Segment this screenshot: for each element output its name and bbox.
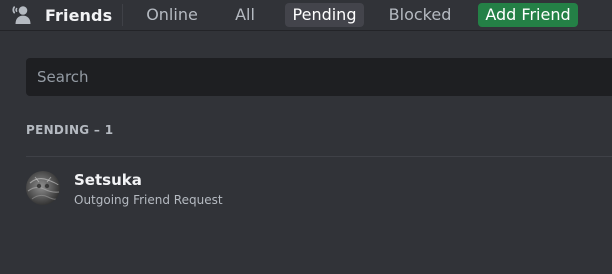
- header-divider: [122, 4, 123, 26]
- add-friend-button[interactable]: Add Friend: [478, 3, 578, 27]
- friend-request-status: Outgoing Friend Request: [74, 193, 223, 207]
- friends-title-block: Friends: [12, 4, 112, 26]
- search-bar: [26, 58, 612, 96]
- friend-row[interactable]: Setsuka Outgoing Friend Request: [16, 162, 612, 218]
- friends-header: Friends Online All Pending Blocked Add F…: [0, 0, 612, 30]
- tab-all[interactable]: All: [228, 3, 262, 27]
- user-avatar: [26, 171, 60, 205]
- friends-page: Friends Online All Pending Blocked Add F…: [0, 0, 612, 274]
- pending-section-header: PENDING – 1: [26, 123, 114, 137]
- tab-blocked[interactable]: Blocked: [383, 3, 457, 27]
- tab-pending[interactable]: Pending: [285, 3, 364, 27]
- friends-wave-icon: [12, 4, 36, 26]
- search-input[interactable]: [37, 58, 612, 96]
- list-divider: [26, 156, 612, 157]
- friend-name: Setsuka: [74, 171, 142, 189]
- page-title: Friends: [45, 5, 113, 25]
- tab-online[interactable]: Online: [141, 3, 203, 27]
